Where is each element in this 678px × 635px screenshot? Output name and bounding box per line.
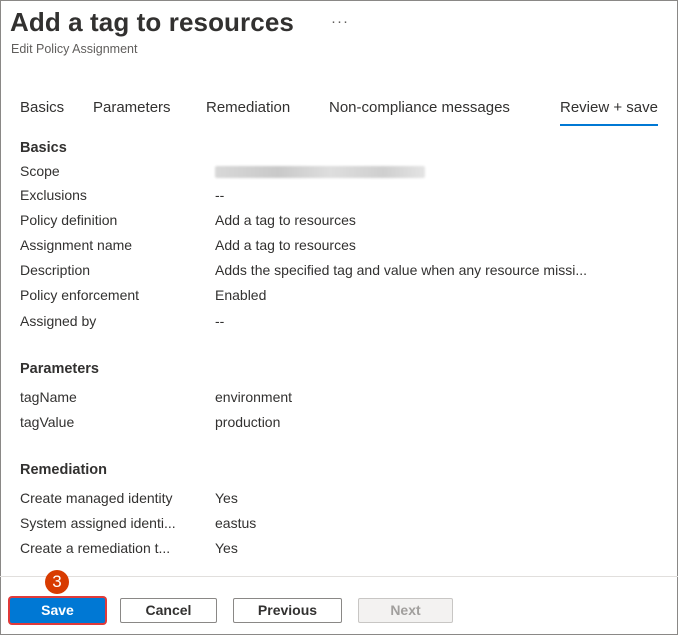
scope-value-redacted <box>215 166 425 178</box>
exclusions-value: -- <box>215 187 225 203</box>
assigned-by-value: -- <box>215 313 225 329</box>
system-assigned-identity-label: System assigned identi... <box>20 515 176 531</box>
policy-enforcement-label: Policy enforcement <box>20 287 140 303</box>
exclusions-label: Exclusions <box>20 187 87 203</box>
policy-definition-value: Add a tag to resources <box>215 212 356 228</box>
section-title-remediation: Remediation <box>20 462 108 478</box>
section-title-parameters: Parameters <box>20 361 99 377</box>
tab-basics[interactable]: Basics <box>20 98 64 126</box>
assignment-name-value: Add a tag to resources <box>215 237 356 253</box>
more-options-icon[interactable]: ··· <box>331 13 349 30</box>
description-label: Description <box>20 262 91 278</box>
assigned-by-label: Assigned by <box>20 313 97 329</box>
system-assigned-identity-value: eastus <box>215 515 257 531</box>
tab-parameters[interactable]: Parameters <box>93 98 171 126</box>
create-remediation-task-value: Yes <box>215 540 238 556</box>
policy-definition-label: Policy definition <box>20 212 118 228</box>
section-title-basics: Basics <box>20 140 67 156</box>
tab-review-save[interactable]: Review + save <box>560 98 658 126</box>
step-number-badge: 3 <box>45 570 69 594</box>
tagvalue-label: tagValue <box>20 414 75 430</box>
tagname-label: tagName <box>20 389 77 405</box>
tagname-value: environment <box>215 389 293 405</box>
assignment-name-label: Assignment name <box>20 237 133 253</box>
create-managed-identity-value: Yes <box>215 490 238 506</box>
tab-bar: Basics Parameters Remediation Non-compli… <box>0 98 678 128</box>
tagvalue-value: production <box>215 414 281 430</box>
create-managed-identity-label: Create managed identity <box>20 490 173 506</box>
tab-non-compliance-messages[interactable]: Non-compliance messages <box>329 98 510 126</box>
footer-divider <box>0 576 678 577</box>
next-button[interactable]: Next <box>358 598 453 623</box>
page-title: Add a tag to resources <box>10 7 294 37</box>
description-value: Adds the specified tag and value when an… <box>215 262 587 278</box>
previous-button[interactable]: Previous <box>233 598 342 623</box>
page-subtitle: Edit Policy Assignment <box>11 42 138 56</box>
tab-remediation[interactable]: Remediation <box>206 98 290 126</box>
create-remediation-task-label: Create a remediation t... <box>20 540 171 556</box>
save-button[interactable]: Save <box>10 598 105 623</box>
scope-label: Scope <box>20 163 60 179</box>
policy-enforcement-value: Enabled <box>215 287 267 303</box>
cancel-button[interactable]: Cancel <box>120 598 217 623</box>
